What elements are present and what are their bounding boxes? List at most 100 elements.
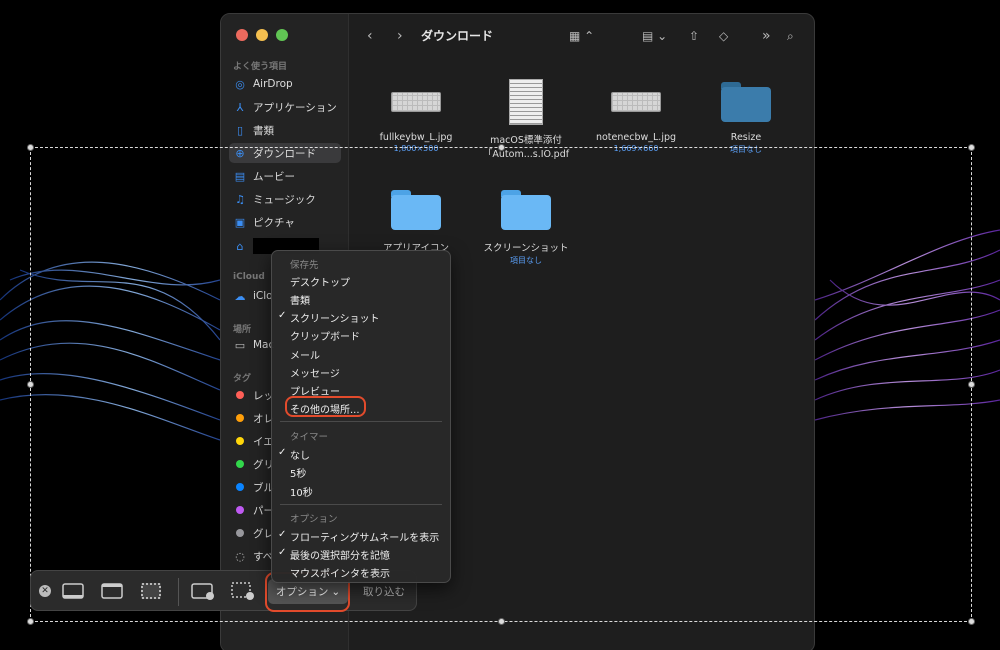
sidebar-item-label: ピクチャ xyxy=(253,216,295,229)
favorites-heading: よく使う項目 xyxy=(233,62,288,72)
file-meta: 1,669×660 xyxy=(613,144,659,153)
sidebar-item-label: ミュージック xyxy=(253,193,316,206)
file-meta: 項目なし xyxy=(510,256,542,265)
file-meta: 1,800×500 xyxy=(393,144,439,153)
menu-item-screenshots[interactable]: スクリーンショット xyxy=(290,310,380,325)
sidebar-item-downloads[interactable]: ⊕ ダウンロード xyxy=(229,143,341,163)
cloud-icon: ☁ xyxy=(234,289,246,303)
forward-icon[interactable]: › xyxy=(397,27,403,45)
file-item[interactable]: fullkeybw_L.jpg 1,800×500 xyxy=(361,76,471,153)
save-to-heading: 保存先 xyxy=(290,260,319,271)
finder-toolbar: ‹ › ダウンロード ▦ ⌃ ▤ ⌄ ⇧ ◇ » ⌕ xyxy=(349,14,814,58)
zoom-window-button[interactable] xyxy=(276,29,288,41)
sidebar-item-label: AirDrop xyxy=(253,78,293,90)
sidebar-item-label: アプリケーション xyxy=(253,101,337,114)
menu-item-messages[interactable]: メッセージ xyxy=(290,365,340,380)
menu-item-floating-thumbnail[interactable]: フローティングサムネールを表示 xyxy=(290,529,439,544)
window-controls xyxy=(236,29,288,41)
close-window-button[interactable] xyxy=(236,29,248,41)
file-item[interactable]: macOS標準添付 「Autom...s.IO.pdf xyxy=(471,76,581,160)
checkmark-icon: ✓ xyxy=(278,547,287,558)
menu-item-remember-selection[interactable]: 最後の選択部分を記憶 xyxy=(290,547,390,562)
sidebar-item-label: ムービー xyxy=(253,170,295,183)
record-screen-icon[interactable] xyxy=(191,581,215,601)
file-item[interactable]: notenecbw_L.jpg 1,669×660 xyxy=(581,76,691,153)
folder-item[interactable]: Resize 項目なし xyxy=(691,76,801,155)
folder-item[interactable]: スクリーンショット 項目なし xyxy=(471,184,581,266)
tags-heading: タグ xyxy=(233,374,252,384)
folder-icon xyxy=(391,190,441,230)
tag-yellow-icon xyxy=(236,437,244,445)
tag-gray-icon xyxy=(236,529,244,537)
tag-blue-icon xyxy=(236,483,244,491)
menu-divider xyxy=(280,504,442,505)
timer-heading: タイマー xyxy=(290,432,329,443)
close-icon[interactable]: ✕ xyxy=(39,585,51,597)
minimize-window-button[interactable] xyxy=(256,29,268,41)
file-name: fullkeybw_L.jpg xyxy=(379,132,453,143)
other-location-highlight-ring xyxy=(285,396,366,417)
file-name: スクリーンショット xyxy=(483,243,569,254)
tag-icon[interactable]: ◇ xyxy=(719,27,728,45)
music-icon: ♫ xyxy=(235,192,245,206)
file-name: macOS標準添付 xyxy=(490,135,562,146)
picture-icon: ▣ xyxy=(234,215,246,229)
capture-screen-icon[interactable] xyxy=(61,581,85,601)
menu-item-clipboard[interactable]: クリップボード xyxy=(290,328,360,343)
document-icon: ▯ xyxy=(236,123,244,137)
file-name: notenecbw_L.jpg xyxy=(595,132,677,143)
toolbar-divider xyxy=(178,578,179,606)
keyboard-thumbnail xyxy=(391,92,441,112)
file-meta: 項目なし xyxy=(730,145,762,154)
menu-item-mail[interactable]: メール xyxy=(290,347,320,362)
menu-item-timer-none[interactable]: なし xyxy=(290,447,310,462)
view-grid-icon[interactable]: ▦ ⌃ xyxy=(569,27,594,45)
capture-selection-icon[interactable] xyxy=(139,581,163,601)
tag-purple-icon xyxy=(236,506,244,514)
film-icon: ▤ xyxy=(234,169,246,183)
keyboard-thumbnail xyxy=(611,92,661,112)
menu-item-desktop[interactable]: デスクトップ xyxy=(290,274,350,289)
sidebar-item-label: 書類 xyxy=(253,124,274,137)
menu-item-documents[interactable]: 書類 xyxy=(290,292,310,307)
more-icon[interactable]: » xyxy=(762,27,771,45)
download-icon: ⊕ xyxy=(235,146,245,160)
group-icon[interactable]: ▤ ⌄ xyxy=(642,27,667,45)
share-icon[interactable]: ⇧ xyxy=(689,27,699,45)
record-selection-icon[interactable] xyxy=(231,581,255,601)
icloud-heading: iCloud xyxy=(233,272,265,282)
checkmark-icon: ✓ xyxy=(278,310,287,321)
menu-item-timer-5s[interactable]: 5秒 xyxy=(290,465,306,480)
home-icon: ⌂ xyxy=(236,239,244,253)
folder-icon xyxy=(721,82,771,122)
sidebar-item-movies[interactable]: ▤ ムービー xyxy=(229,166,341,186)
menu-item-show-pointer[interactable]: マウスポインタを表示 xyxy=(290,565,390,580)
tag-red-icon xyxy=(236,391,244,399)
locations-heading: 場所 xyxy=(233,325,252,335)
applications-icon: ⅄ xyxy=(236,100,244,114)
sidebar-item-applications[interactable]: ⅄ アプリケーション xyxy=(229,97,341,117)
sidebar-item-label: iClo xyxy=(253,290,273,302)
sidebar-item-airdrop[interactable]: ◎ AirDrop xyxy=(229,74,341,94)
folder-icon xyxy=(501,190,551,230)
all-tags-icon: ◌ xyxy=(235,549,245,563)
pdf-thumbnail xyxy=(509,79,543,125)
menu-divider xyxy=(280,421,442,422)
file-name-line2: 「Autom...s.IO.pdf xyxy=(482,149,570,160)
airdrop-icon: ◎ xyxy=(235,77,245,91)
capture-window-icon[interactable] xyxy=(100,581,124,601)
menu-item-timer-10s[interactable]: 10秒 xyxy=(290,484,313,499)
sidebar-item-pictures[interactable]: ▣ ピクチャ xyxy=(229,212,341,232)
sidebar-item-documents[interactable]: ▯ 書類 xyxy=(229,120,341,140)
back-icon[interactable]: ‹ xyxy=(367,27,373,45)
tag-green-icon xyxy=(236,460,244,468)
laptop-icon: ▭ xyxy=(234,338,246,352)
sidebar-item-music[interactable]: ♫ ミュージック xyxy=(229,189,341,209)
sidebar-item-label: ダウンロード xyxy=(253,147,316,160)
options-heading: オプション xyxy=(290,514,338,525)
window-title: ダウンロード xyxy=(421,29,494,43)
search-icon[interactable]: ⌕ xyxy=(787,27,794,45)
folder-item[interactable]: アプリアイコン xyxy=(361,184,471,254)
checkmark-icon: ✓ xyxy=(278,447,287,458)
file-name: Resize xyxy=(730,132,762,143)
